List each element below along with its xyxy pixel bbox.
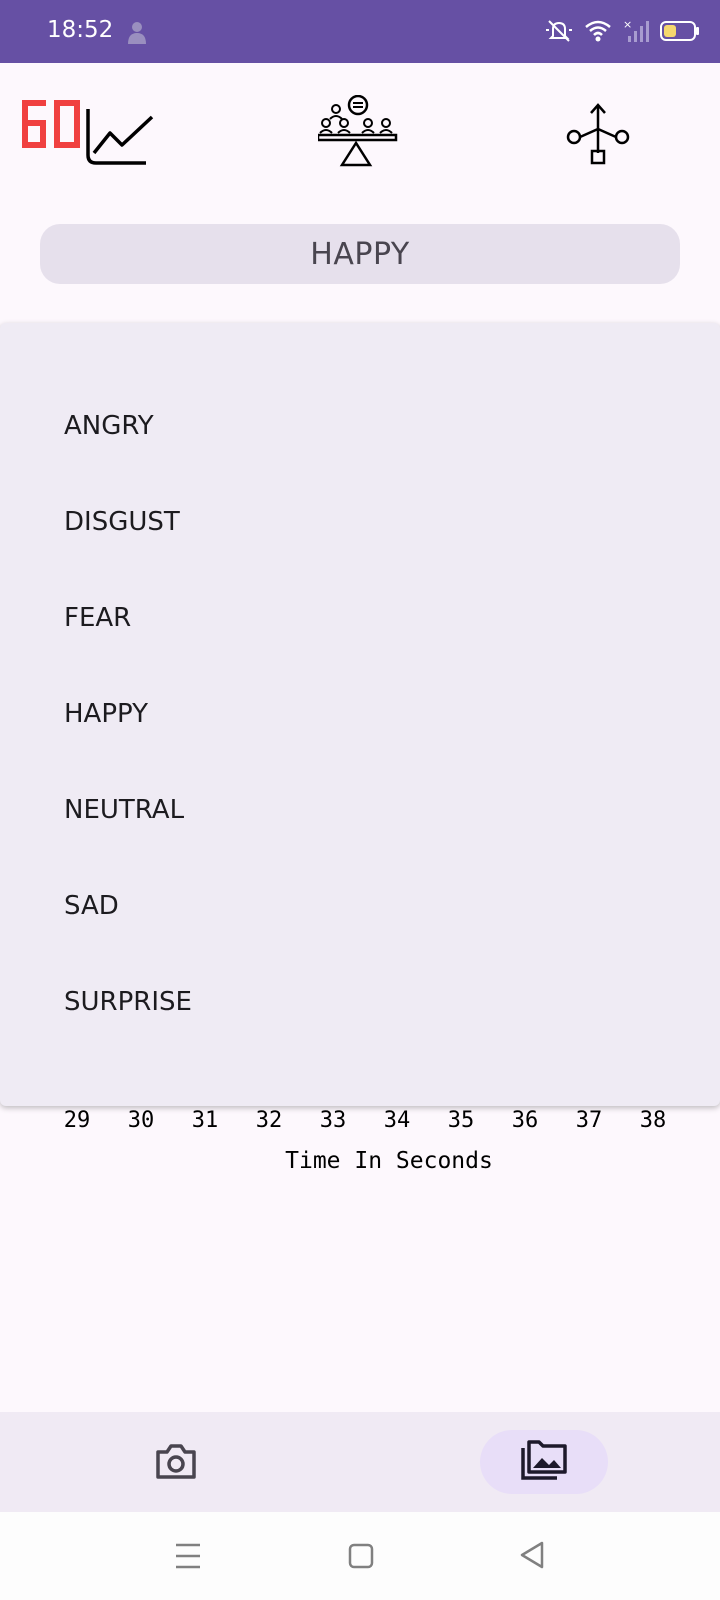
toolbar <box>0 63 720 213</box>
svg-text:×: × <box>623 18 632 31</box>
incognito-icon <box>126 19 148 49</box>
recents-menu-icon[interactable] <box>175 1542 201 1574</box>
menu-item-fear[interactable]: FEAR <box>64 570 664 666</box>
x-tick: 38 <box>639 1108 667 1133</box>
gallery-nav-item[interactable] <box>480 1430 608 1494</box>
x-tick: 30 <box>127 1108 155 1133</box>
back-icon[interactable] <box>518 1540 546 1574</box>
x-tick: 35 <box>447 1108 475 1133</box>
chart-x-ticks: 29 30 31 32 33 34 35 36 37 38 <box>0 1108 720 1138</box>
menu-item-surprise[interactable]: SURPRISE <box>64 954 664 1050</box>
menu-item-neutral[interactable]: NEUTRAL <box>64 762 664 858</box>
chart-x-label: Time In Seconds <box>285 1148 493 1174</box>
status-bar: 18:52 × <box>0 0 720 63</box>
mute-bell-icon <box>544 18 574 48</box>
chart-line-icon[interactable] <box>84 105 156 171</box>
usb-share-icon[interactable] <box>566 101 630 169</box>
dropdown-selected-value: HAPPY <box>310 236 410 272</box>
emotion-menu: ANGRY DISGUST FEAR HAPPY NEUTRAL SAD SUR… <box>0 323 720 1106</box>
fps-counter <box>20 98 82 154</box>
bottom-navigation <box>0 1412 720 1512</box>
battery-icon <box>660 20 700 46</box>
x-tick: 36 <box>511 1108 539 1133</box>
status-icons: × <box>544 18 700 48</box>
x-tick: 33 <box>319 1108 347 1133</box>
x-tick: 29 <box>63 1108 91 1133</box>
menu-item-happy[interactable]: HAPPY <box>64 666 664 762</box>
menu-item-disgust[interactable]: DISGUST <box>64 474 664 570</box>
menu-item-angry[interactable]: ANGRY <box>64 378 664 474</box>
x-tick: 31 <box>191 1108 219 1133</box>
x-tick: 37 <box>575 1108 603 1133</box>
status-time: 18:52 <box>47 17 114 43</box>
signal-icon: × <box>622 18 650 48</box>
system-navigation <box>0 1512 720 1600</box>
wifi-icon <box>584 19 612 47</box>
x-tick: 34 <box>383 1108 411 1133</box>
camera-icon[interactable] <box>155 1442 197 1484</box>
home-icon[interactable] <box>348 1542 374 1574</box>
emotion-dropdown[interactable]: HAPPY <box>40 224 680 284</box>
balance-meeting-icon[interactable] <box>316 94 402 173</box>
menu-item-sad[interactable]: SAD <box>64 858 664 954</box>
x-tick: 32 <box>255 1108 283 1133</box>
gallery-icon <box>521 1440 567 1484</box>
